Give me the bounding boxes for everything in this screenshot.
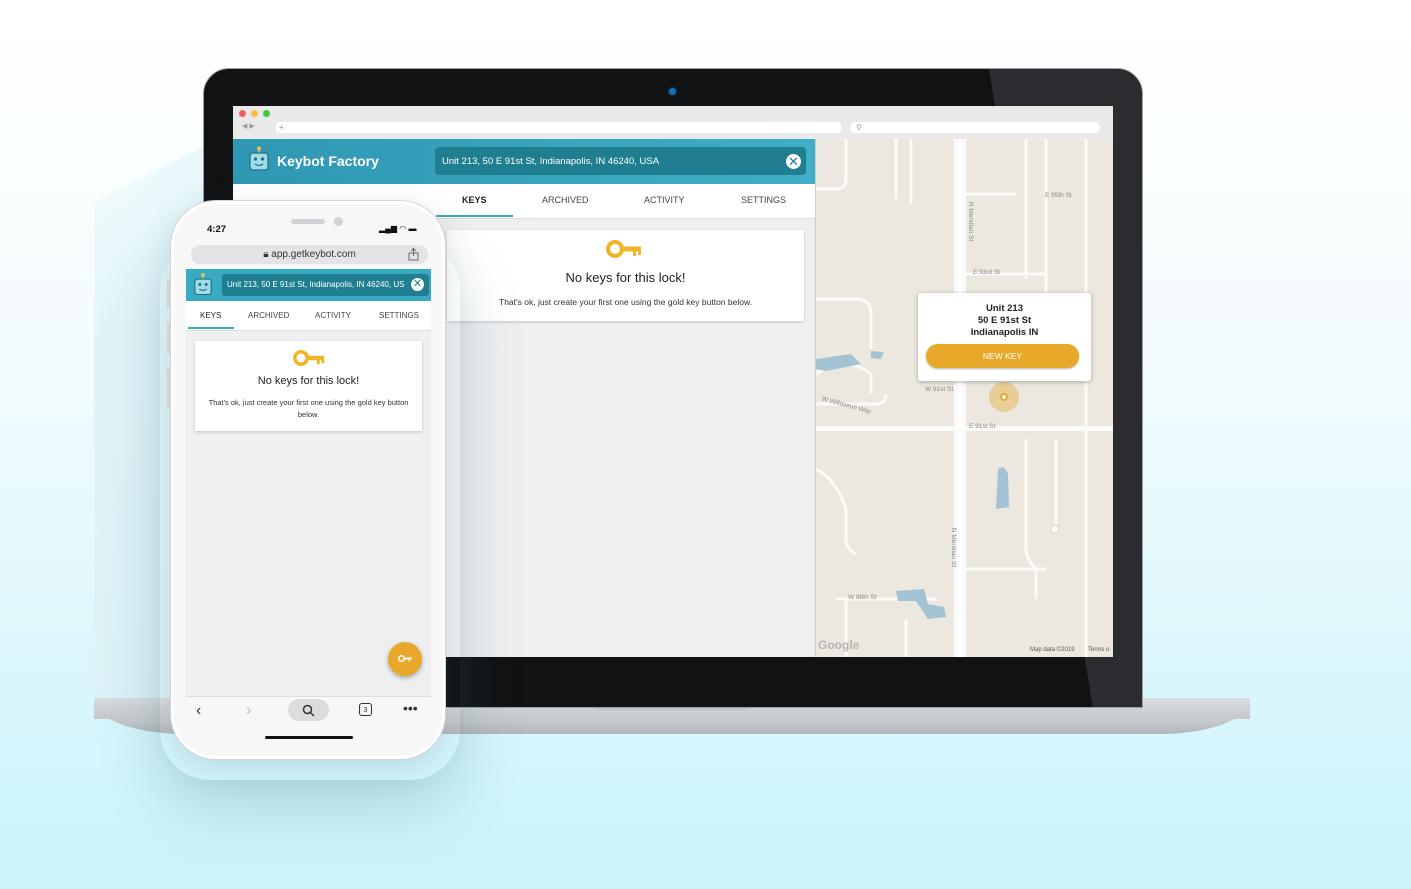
status-time: 4:27 [207,224,227,235]
browser-search-bar[interactable]: ⚲ [850,122,1100,133]
tab-settings[interactable]: SETTINGS [741,195,786,205]
search-icon [302,704,315,717]
empty-state-title: No keys for this lock! [565,270,686,285]
phone-front-camera [334,217,343,226]
street-label: W 91st St [925,386,954,393]
status-icons: ▂▄▆ ◠ ▬ [379,224,416,233]
phone-speaker [291,219,325,224]
location-marker-dot [1000,393,1008,401]
tab-activity[interactable]: ACTIVITY [644,195,685,205]
maximize-window-icon[interactable] [263,110,270,117]
mobile-address-value: Unit 213, 50 E 91st St, Indianapolis, IN… [227,280,405,289]
popup-unit: Unit 213 [986,303,1023,314]
street-label: N Meridian St [950,527,958,568]
address-search-value: Unit 213, 50 E 91st St, Indianapolis, IN… [442,156,660,167]
clear-address-icon[interactable]: ✕ [786,154,801,169]
key-icon [293,350,325,366]
signal-icon: ▂▄▆ [379,224,397,233]
more-menu-icon[interactable]: ••• [403,700,418,716]
add-key-button[interactable] [388,642,422,676]
tab-activity[interactable]: ACTIVITY [315,311,351,320]
map[interactable] [815,139,1113,657]
close-window-icon[interactable] [239,110,246,117]
keybot-logo-icon [249,146,269,171]
street-label: N Meridian St [967,201,975,242]
key-icon [606,240,641,258]
empty-state-title: No keys for this lock! [257,375,360,387]
map-streets [816,139,1113,657]
tab-archived[interactable]: ARCHIVED [248,311,289,320]
forward-icon[interactable]: › [246,702,251,720]
key-icon [398,655,412,662]
active-tab-indicator [436,215,513,217]
app-title: Keybot Factory [277,153,379,169]
street-label: W 88th St [848,594,877,601]
mobile-url-text: app.getkeybot.com [271,249,356,260]
tab-settings[interactable]: SETTINGS [379,311,419,320]
empty-state-subtitle: That's ok, just create your first one us… [499,297,752,307]
tab-keys[interactable]: KEYS [462,195,487,205]
clear-address-icon[interactable]: ✕ [411,278,424,291]
active-tab-indicator [188,327,234,329]
google-logo: Google [818,638,860,652]
popup-city: Indianapolis IN [970,327,1039,338]
browser-url-bar[interactable]: + [276,122,841,133]
tab-keys[interactable]: KEYS [200,311,221,320]
map-data-credit: Map data ©2019 [1030,647,1075,653]
mobile-url-bar[interactable]: 🔒︎ app.getkeybot.com [191,245,428,264]
keybot-logo-icon [194,273,212,296]
tabs-count-icon[interactable]: 3 [359,703,372,716]
share-icon[interactable] [408,248,419,261]
map-terms-link[interactable]: Terms o [1088,647,1109,653]
minimize-window-icon[interactable] [251,110,258,117]
street-label: E 91st St [969,423,996,430]
battery-icon: ▬ [408,224,417,233]
home-indicator [265,736,353,739]
street-label: E 95th St [1045,192,1072,199]
empty-state-subtitle: That's ok, just create your first one us… [208,398,409,419]
new-key-button[interactable]: NEW KEY [926,344,1079,368]
popup-street: 50 E 91st St [977,315,1032,326]
back-icon[interactable]: ‹ [196,702,201,720]
webcam [669,88,676,95]
browser-nav-arrows-icon[interactable]: ◀ ▶ [242,122,255,130]
tab-archived[interactable]: ARCHIVED [542,195,589,205]
search-button[interactable] [288,699,329,721]
street-label: E 93rd St [973,269,1001,276]
wifi-icon: ◠ [399,224,407,233]
